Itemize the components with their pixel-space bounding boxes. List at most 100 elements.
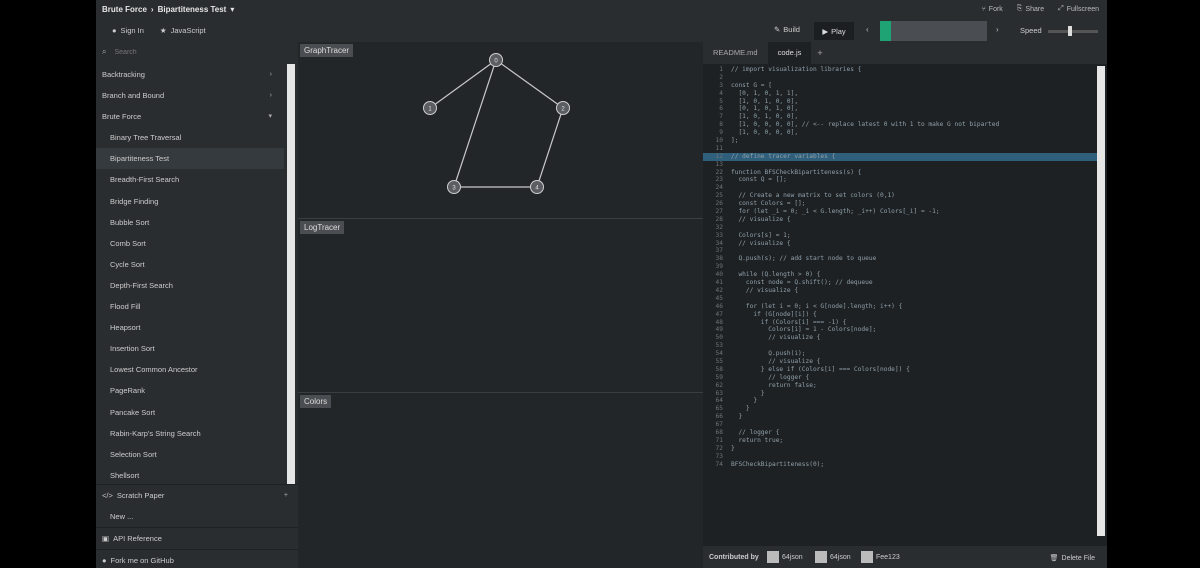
share-button[interactable]: ⎘ Share <box>1017 5 1044 13</box>
search-input[interactable] <box>112 47 267 57</box>
sidebar-item[interactable]: Pancake Sort <box>96 402 284 423</box>
breadcrumb: Brute Force › Bipartiteness Test ▾ <box>102 5 234 14</box>
fork-icon: ⑂ <box>981 5 986 13</box>
line-number: 45 <box>715 294 723 302</box>
sidebar: ⌕ Backtracking › Branch and Bound › Brute Fo… <box>96 42 298 568</box>
code-line: 71 return true; <box>703 437 1097 445</box>
code-area[interactable]: 1 // import visualization libraries {2 3 co… <box>703 66 1097 536</box>
line-number: 73 <box>715 452 723 460</box>
contributor-chip[interactable]: Fee123 <box>861 551 900 563</box>
contributor-chip[interactable]: 64json <box>767 551 803 563</box>
chevron-left-icon[interactable]: ‹ <box>866 25 869 34</box>
api-reference-link[interactable]: ▣ API Reference <box>96 527 298 549</box>
contributor-name: 64json <box>830 553 851 561</box>
code-line: 25 // Create a new matrix to set colors … <box>703 192 1097 200</box>
sidebar-item[interactable]: Rabin-Karp's String Search <box>96 423 284 444</box>
graph-node[interactable]: 0 <box>489 53 503 67</box>
tab-readme[interactable]: README.md <box>703 42 768 64</box>
delete-file-button[interactable]: 🗑 Delete File <box>1050 554 1095 563</box>
sidebar-category[interactable]: Backtracking › <box>96 64 284 85</box>
sidebar-item-label: Bubble Sort <box>110 217 150 227</box>
sidebar-item[interactable]: Breadth-First Search <box>96 169 284 190</box>
line-number: 23 <box>715 176 723 184</box>
avatar <box>767 551 779 563</box>
progress-fill <box>880 21 891 41</box>
sidebar-item[interactable]: Selection Sort <box>96 444 284 465</box>
fork-github-link[interactable]: ● Fork me on GitHub <box>96 549 298 568</box>
sidebar-item[interactable]: Depth-First Search <box>96 275 284 296</box>
scratch-paper-item[interactable]: </> Scratch Paper + <box>96 484 298 506</box>
sidebar-item-label: Rabin-Karp's String Search <box>110 428 201 438</box>
sidebar-item[interactable]: Bubble Sort <box>96 212 284 233</box>
tab-code[interactable]: code.js <box>767 42 812 64</box>
code-text: const node = Q.shift(); // dequeue <box>731 279 873 287</box>
graph-node[interactable]: 4 <box>530 180 544 194</box>
speed-slider-thumb[interactable] <box>1068 26 1072 36</box>
contributor-chip[interactable]: 64json <box>815 551 851 563</box>
line-number: 33 <box>715 231 723 239</box>
sidebar-item[interactable]: Binary Tree Traversal <box>96 127 284 148</box>
graph-node[interactable]: 1 <box>423 101 437 115</box>
code-text: if (G[node][i]) { <box>731 310 817 318</box>
breadcrumb-leaf[interactable]: Bipartiteness Test <box>158 5 227 14</box>
graph-canvas[interactable]: 0 1 2 3 4 <box>298 42 703 217</box>
code-text: // logger { <box>731 373 810 381</box>
sidebar-item[interactable]: Shellsort <box>96 465 284 486</box>
play-button[interactable]: ▶ Play <box>814 22 854 40</box>
sidebar-item[interactable]: Lowest Common Ancestor <box>96 359 284 380</box>
code-line: 49 Colors[i] = 1 - Colors[node]; <box>703 326 1097 334</box>
breadcrumb-root[interactable]: Brute Force <box>102 5 147 14</box>
build-button[interactable]: ✎ Build <box>774 25 800 34</box>
sidebar-scrollbar[interactable] <box>287 64 295 484</box>
code-line: 34 // visualize { <box>703 240 1097 248</box>
code-line: 32 <box>703 224 1097 232</box>
sidebar-item[interactable]: Cycle Sort <box>96 254 284 275</box>
delete-file-label: Delete File <box>1061 554 1095 562</box>
code-line: 64 } <box>703 397 1097 405</box>
code-line: 67 <box>703 421 1097 429</box>
editor-footer: Contributed by 64json 64json Fee123 🗑 Del… <box>703 546 1107 568</box>
sidebar-item[interactable]: Insertion Sort <box>96 338 284 359</box>
fork-github-label: Fork me on GitHub <box>110 556 174 565</box>
toolbar-left: ● Sign In ★ JavaScript <box>112 26 206 35</box>
sidebar-item-label: Heapsort <box>110 323 141 333</box>
new-scratch-item[interactable]: New ... <box>96 506 298 527</box>
sidebar-item[interactable]: Flood Fill <box>96 296 284 317</box>
sign-in-button[interactable]: ● Sign In <box>112 26 144 35</box>
sidebar-item[interactable]: Comb Sort <box>96 233 284 254</box>
graph-node[interactable]: 3 <box>447 180 461 194</box>
line-number: 68 <box>715 428 723 436</box>
code-text: } <box>731 444 735 452</box>
add-tab-button[interactable]: + <box>811 42 828 64</box>
code-text: Q.push(s); // add start node to queue <box>731 255 877 263</box>
graph-edge <box>429 59 497 109</box>
code-line: 13 <box>703 161 1097 169</box>
chevron-right-icon[interactable]: › <box>996 25 999 34</box>
speed-slider[interactable] <box>1048 30 1098 33</box>
sidebar-category[interactable]: Branch and Bound › <box>96 85 284 106</box>
fork-button[interactable]: ⑂ Fork <box>982 5 1003 13</box>
fullscreen-button[interactable]: ⤢ Fullscreen <box>1058 5 1099 13</box>
sidebar-item-label: Breadth-First Search <box>110 175 180 185</box>
code-line: 58 } else if (Colors[i] === Colors[node]… <box>703 366 1097 374</box>
line-number: 24 <box>715 184 723 192</box>
sidebar-item[interactable]: PageRank <box>96 380 284 401</box>
code-text: return true; <box>731 436 784 444</box>
sidebar-category[interactable]: Brute Force ▾ <box>96 106 284 127</box>
sidebar-item[interactable]: Bipartiteness Test <box>96 148 284 170</box>
code-line: 53 <box>703 342 1097 350</box>
code-line: 66 } <box>703 413 1097 421</box>
line-number: 34 <box>715 239 723 247</box>
sidebar-item[interactable]: Bridge Finding <box>96 191 284 212</box>
editor-scrollbar[interactable] <box>1097 66 1105 536</box>
chevron-down-icon[interactable]: ▾ <box>230 5 234 14</box>
graph-node[interactable]: 2 <box>556 101 570 115</box>
code-text: const Q = []; <box>731 176 787 184</box>
line-number: 71 <box>715 436 723 444</box>
progress-bar[interactable] <box>880 21 987 41</box>
plus-icon[interactable]: + <box>284 485 288 506</box>
language-select[interactable]: ★ JavaScript <box>160 26 206 35</box>
sidebar-item[interactable]: Heapsort <box>96 317 284 338</box>
code-text: [0, 1, 0, 1, 0], <box>731 105 799 113</box>
code-line: 50 // visualize { <box>703 334 1097 342</box>
